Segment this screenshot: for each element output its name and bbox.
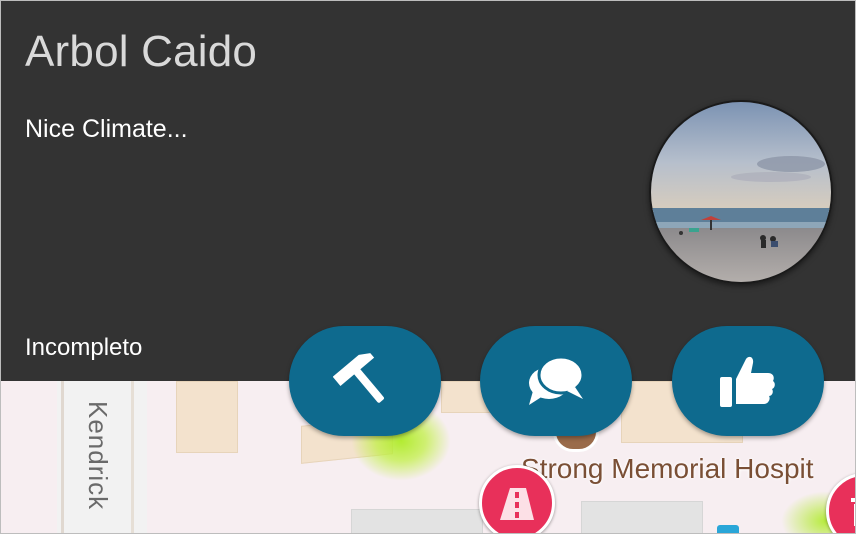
place-label: Strong Memorial Hospit <box>521 453 814 484</box>
report-photo[interactable] <box>649 100 833 284</box>
thumbs-up-icon <box>720 356 775 407</box>
map-building <box>176 381 238 453</box>
street-edge <box>61 381 64 533</box>
map-building <box>581 501 703 533</box>
map-marker[interactable] <box>479 465 555 533</box>
street-label: Kendrick <box>83 401 113 511</box>
report-description: Nice Climate... <box>25 115 188 143</box>
map-building <box>351 509 483 533</box>
road-icon <box>500 488 534 520</box>
report-card: Arbol Caido Nice Climate... Incompleto <box>1 1 855 381</box>
transit-icon <box>717 525 739 533</box>
like-button[interactable] <box>672 326 824 436</box>
report-title: Arbol Caido <box>25 27 258 76</box>
street-edge <box>131 381 134 533</box>
app-frame: Kendrick Strong Memorial Hospit Arbol Ca… <box>0 0 856 534</box>
comments-icon <box>529 355 585 405</box>
map-marker[interactable] <box>826 473 855 533</box>
report-status: Incompleto <box>25 334 143 361</box>
beach-photo <box>651 102 831 282</box>
repair-button[interactable] <box>289 326 441 436</box>
comments-button[interactable] <box>480 326 632 436</box>
trash-icon <box>851 498 855 526</box>
hammer-icon <box>333 353 384 403</box>
